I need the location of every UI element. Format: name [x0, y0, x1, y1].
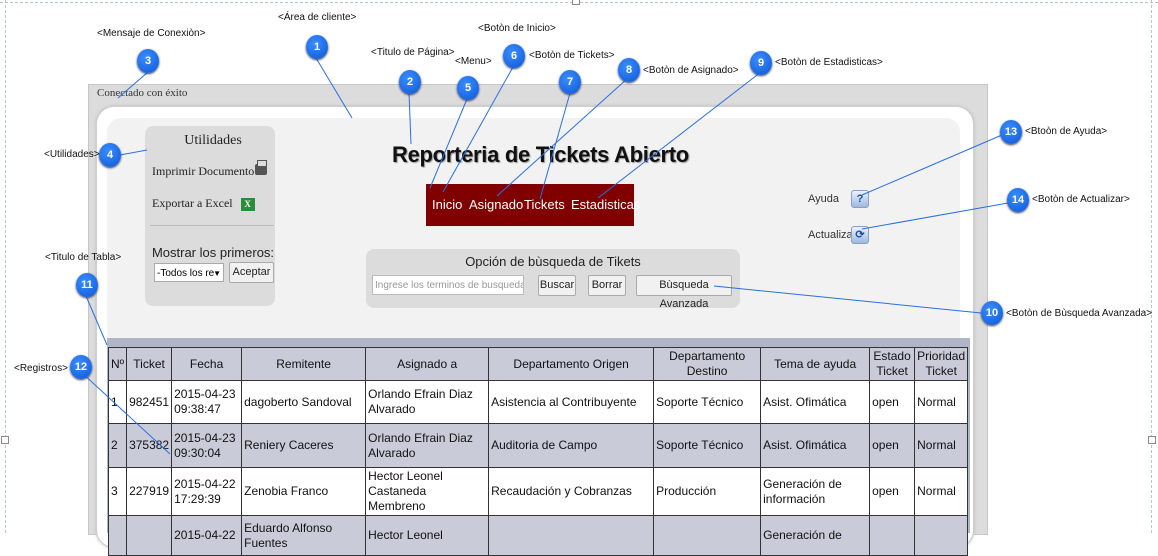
connector-8	[496, 77, 629, 197]
connector-11	[85, 295, 108, 346]
annotation-label-9: <Botòn de Estadisticas>	[775, 57, 883, 68]
connector-2	[408, 92, 412, 145]
annotation-badge-12: 12	[70, 355, 92, 379]
annotation-badge-14: 14	[1007, 188, 1029, 212]
annotation-label-3: <Mensaje de Conexiòn>	[97, 28, 206, 39]
connector-4	[119, 149, 148, 156]
annotation-label-5: <Menu>	[455, 56, 492, 67]
annotation-label-2: <Titulo de Página>	[371, 47, 455, 58]
annotation-badge-10: 10	[981, 301, 1003, 325]
connector-9	[597, 71, 762, 199]
annotation-badge-7: 7	[559, 70, 581, 94]
annotation-label-6: <Botòn de Inicio>	[478, 23, 556, 34]
annotation-badge-8: 8	[618, 58, 640, 82]
annotation-label-11: <Titulo de Tabla>	[45, 252, 122, 263]
annotation-label-8: <Botòn de Asignado>	[643, 65, 739, 76]
connector-7	[539, 92, 571, 200]
annotation-badge-2: 2	[399, 70, 421, 94]
connector-10	[713, 285, 982, 314]
annotation-badge-6: 6	[503, 44, 525, 68]
annotation-badge-11: 11	[76, 273, 98, 297]
annotation-label-12: <Registros>	[14, 363, 68, 374]
connector-3	[117, 71, 149, 99]
annotation-badge-1: 1	[306, 35, 328, 59]
annotation-badge-9: 9	[750, 51, 772, 75]
connector-12	[80, 371, 171, 455]
connector-5	[429, 98, 468, 189]
annotation-label-4: <Utilidades>	[44, 149, 100, 160]
connector-14	[861, 202, 1009, 230]
annotation-badge-4: 4	[99, 143, 121, 167]
annotation-label-13: <Btoòn de Ayuda>	[1025, 126, 1108, 137]
connector-1	[315, 57, 353, 119]
annotation-label-1: <Área de cliente>	[278, 12, 357, 23]
annotation-badge-13: 13	[1000, 120, 1022, 144]
annotation-label-7: <Botòn de Tickets>	[529, 50, 615, 61]
annotation-label-14: <Botòn de Actualizar>	[1032, 194, 1130, 205]
annotation-label-10: <Botòn de Bùsqueda Avanzada>	[1006, 308, 1153, 319]
annotation-badge-3: 3	[137, 49, 159, 73]
annotation-badge-5: 5	[457, 76, 479, 100]
connector-13	[861, 134, 1003, 196]
